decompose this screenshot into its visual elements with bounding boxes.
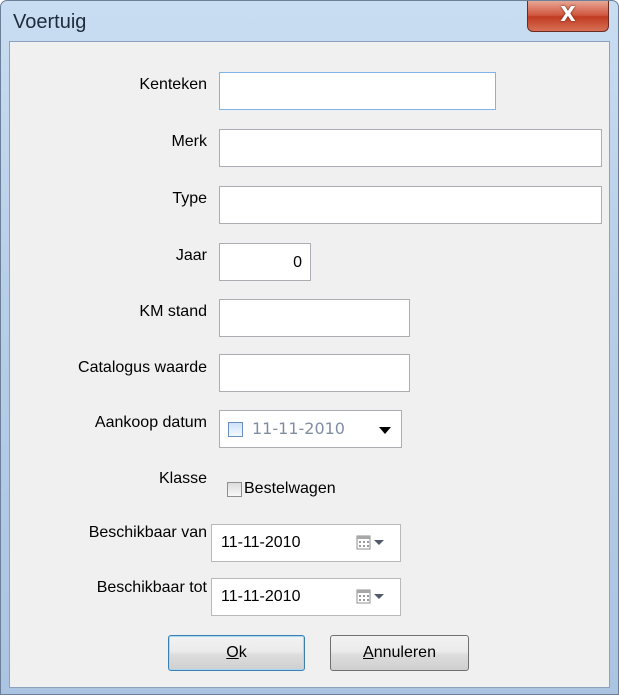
jaar-input[interactable]: 0 [219,243,311,281]
calendar-icon[interactable] [356,535,388,551]
aankoop-datum-label: Aankoop datum [94,414,207,431]
cancel-button-label: nnuleren [373,644,436,661]
close-button[interactable]: X [527,1,609,32]
aankoop-datum-value: 11-11-2010 [252,419,345,438]
dropdown-arrow-icon[interactable] [379,427,391,434]
ok-button-label: k [238,644,247,661]
ok-button[interactable]: Ok [168,635,305,671]
type-input[interactable] [219,186,602,224]
merk-input[interactable] [219,129,602,167]
kenteken-label: Kenteken [139,76,207,93]
cancel-button[interactable]: Annuleren [330,635,469,671]
cancel-button-mnemonic: A [363,644,374,661]
merk-label: Merk [171,133,207,150]
type-label: Type [172,190,207,207]
window-title: Voertuig [13,11,87,33]
catalogus-waarde-label: Catalogus waarde [78,359,207,376]
aankoop-datum-checkbox[interactable] [228,422,243,437]
jaar-value: 0 [293,254,302,271]
beschikbaar-van-picker[interactable]: 11-11-2010 [211,524,401,562]
dialog-window: Voertuig X Kenteken Merk Type Jaar 0 KM … [0,0,619,695]
catalogus-waarde-input[interactable] [219,354,410,392]
bestelwagen-label[interactable]: Bestelwagen [244,480,336,498]
form-panel: Kenteken Merk Type Jaar 0 KM stand Catal… [9,41,610,688]
jaar-label: Jaar [175,247,207,264]
title-bar[interactable]: Voertuig X [1,1,618,41]
aankoop-datum-picker[interactable]: 11-11-2010 [219,410,402,448]
beschikbaar-van-value: 11-11-2010 [221,534,301,551]
km-stand-input[interactable] [219,299,410,337]
bestelwagen-checkbox[interactable] [227,482,242,497]
kenteken-input[interactable] [219,72,496,110]
close-icon: X [560,2,576,26]
klasse-label: Klasse [158,470,207,487]
beschikbaar-van-label: Beschikbaar van [88,524,207,541]
beschikbaar-tot-label: Beschikbaar tot [96,579,207,596]
ok-button-mnemonic: O [226,644,239,661]
beschikbaar-tot-value: 11-11-2010 [221,588,301,605]
calendar-icon[interactable] [356,589,388,605]
beschikbaar-tot-picker[interactable]: 11-11-2010 [211,578,401,616]
km-stand-label: KM stand [139,303,207,320]
